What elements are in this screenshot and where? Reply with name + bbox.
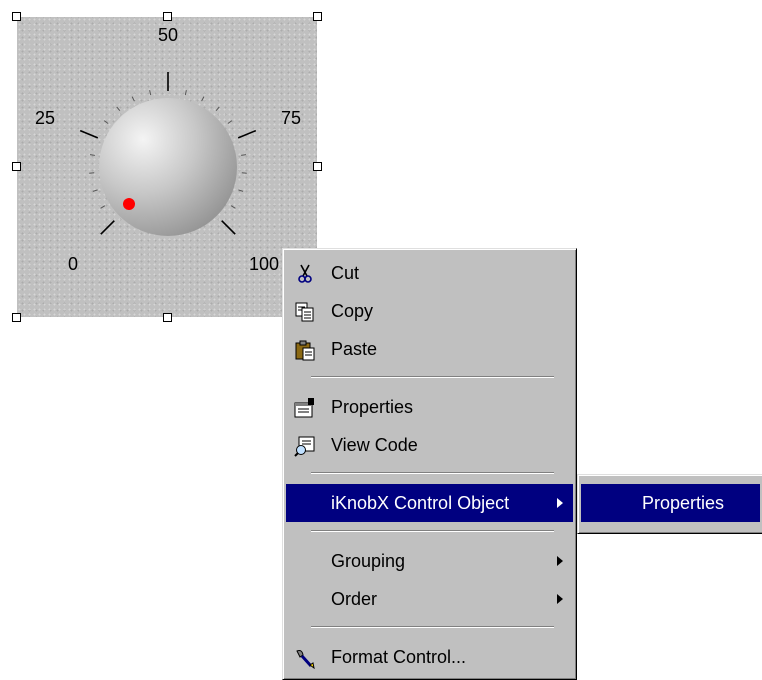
submenu: Properties — [577, 474, 762, 534]
copy-icon — [294, 301, 316, 323]
minor-tick — [90, 155, 95, 156]
minor-tick — [241, 155, 246, 156]
resize-handle-top-left[interactable] — [12, 12, 21, 21]
menu-separator — [311, 626, 554, 628]
menu-item-label: Properties — [331, 388, 413, 426]
menu-item-label: View Code — [331, 426, 418, 464]
minor-tick — [185, 90, 186, 95]
minor-tick — [238, 190, 243, 192]
menu-item-iknobx-control-object[interactable]: iKnobX Control Object — [286, 484, 573, 522]
context-menu: Cut Copy Paste — [282, 248, 577, 680]
scale-label-0: 0 — [68, 255, 78, 273]
menu-separator — [311, 530, 554, 532]
major-tick — [101, 221, 115, 235]
minor-tick — [216, 107, 219, 111]
resize-handle-top-right[interactable] — [313, 12, 322, 21]
minor-tick — [101, 206, 105, 209]
menu-item-grouping[interactable]: Grouping — [286, 542, 573, 580]
menu-item-order[interactable]: Order — [286, 580, 573, 618]
menu-item-label: Paste — [331, 330, 377, 368]
format-control-icon — [294, 647, 316, 669]
menu-item-label: Grouping — [331, 542, 405, 580]
major-tick — [238, 131, 256, 138]
menu-item-view-code[interactable]: View Code — [286, 426, 573, 464]
submenu-arrow-icon — [557, 498, 563, 508]
menu-separator — [311, 472, 554, 474]
submenu-arrow-icon — [557, 594, 563, 604]
menu-item-label: Format Control... — [331, 638, 466, 676]
menu-item-copy[interactable]: Copy — [286, 292, 573, 330]
major-tick — [80, 131, 98, 138]
minor-tick — [104, 121, 108, 124]
minor-tick — [228, 121, 232, 124]
scale-label-75: 75 — [281, 109, 301, 127]
scale-label-100: 100 — [249, 255, 279, 273]
resize-handle-left[interactable] — [12, 162, 21, 171]
knob-indicator — [123, 198, 135, 210]
major-tick — [222, 221, 236, 235]
menu-item-properties[interactable]: Properties — [286, 388, 573, 426]
menu-item-label: iKnobX Control Object — [331, 484, 509, 522]
scale-label-50: 50 — [158, 26, 178, 44]
submenu-arrow-icon — [557, 556, 563, 566]
minor-tick — [117, 107, 120, 111]
resize-handle-bottom-left[interactable] — [12, 313, 21, 322]
knob-body — [99, 98, 237, 236]
scissors-icon — [294, 263, 316, 285]
submenu-item-properties[interactable]: Properties — [581, 484, 760, 522]
resize-handle-right[interactable] — [313, 162, 322, 171]
menu-item-cut[interactable]: Cut — [286, 254, 573, 292]
paste-icon — [294, 339, 316, 361]
minor-tick — [202, 97, 204, 102]
minor-tick — [132, 97, 134, 102]
menu-separator — [311, 376, 554, 378]
menu-item-label: Order — [331, 580, 377, 618]
view-code-icon — [294, 435, 316, 457]
knob-control[interactable]: 0 25 50 75 100 — [17, 17, 317, 317]
menu-item-label: Properties — [642, 484, 724, 522]
minor-tick — [93, 190, 98, 192]
minor-tick — [231, 206, 235, 209]
menu-item-label: Cut — [331, 254, 359, 292]
minor-tick — [150, 90, 151, 95]
menu-item-label: Copy — [331, 292, 373, 330]
menu-item-format-control[interactable]: Format Control... — [286, 638, 573, 676]
properties-icon — [294, 397, 316, 419]
resize-handle-bottom[interactable] — [163, 313, 172, 322]
resize-handle-top[interactable] — [163, 12, 172, 21]
menu-item-paste[interactable]: Paste — [286, 330, 573, 368]
scale-label-25: 25 — [35, 109, 55, 127]
